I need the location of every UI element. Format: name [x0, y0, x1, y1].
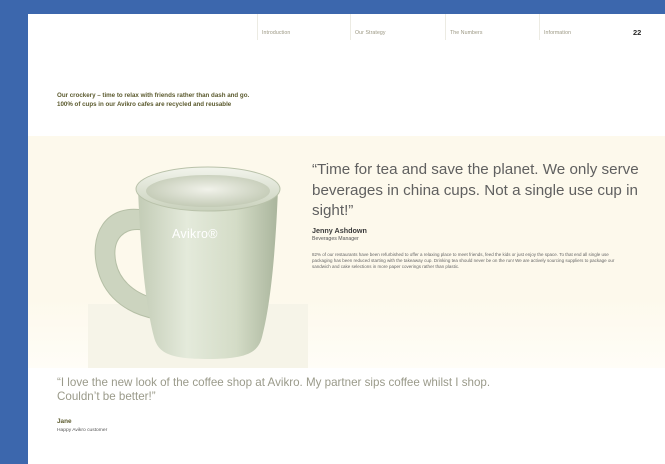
featured-quote: “Time for tea and save the planet. We on…	[312, 161, 639, 219]
page-number: 22	[633, 28, 642, 37]
customer-role: Happy Avikro customer	[57, 428, 108, 433]
nav-divider	[350, 14, 351, 40]
nav-introduction[interactable]: Introduction	[262, 30, 290, 36]
feature-body-text: 82% of our restaurants have been refurbi…	[312, 252, 615, 270]
nav-our-strategy[interactable]: Our Strategy	[355, 30, 386, 36]
customer-quote: “I love the new look of the coffee shop …	[57, 376, 491, 404]
photo-caption: Our crockery – time to relax with friend…	[57, 92, 250, 108]
customer-name: Jane	[57, 418, 72, 425]
nav-information[interactable]: Information	[544, 30, 571, 36]
mug-logo-text: Avikro®	[172, 227, 218, 241]
nav-divider	[257, 14, 258, 40]
top-navigation: Introduction Our Strategy The Numbers In…	[28, 14, 665, 48]
nav-divider	[445, 14, 446, 40]
china-cup-image	[94, 166, 281, 359]
nav-divider	[539, 14, 540, 40]
quote-author-role: Beverages Manager	[312, 236, 359, 242]
quote-author-name: Jenny Ashdown	[312, 226, 367, 235]
nav-the-numbers[interactable]: The Numbers	[450, 30, 483, 36]
report-page: Introduction Our Strategy The Numbers In…	[28, 14, 665, 464]
